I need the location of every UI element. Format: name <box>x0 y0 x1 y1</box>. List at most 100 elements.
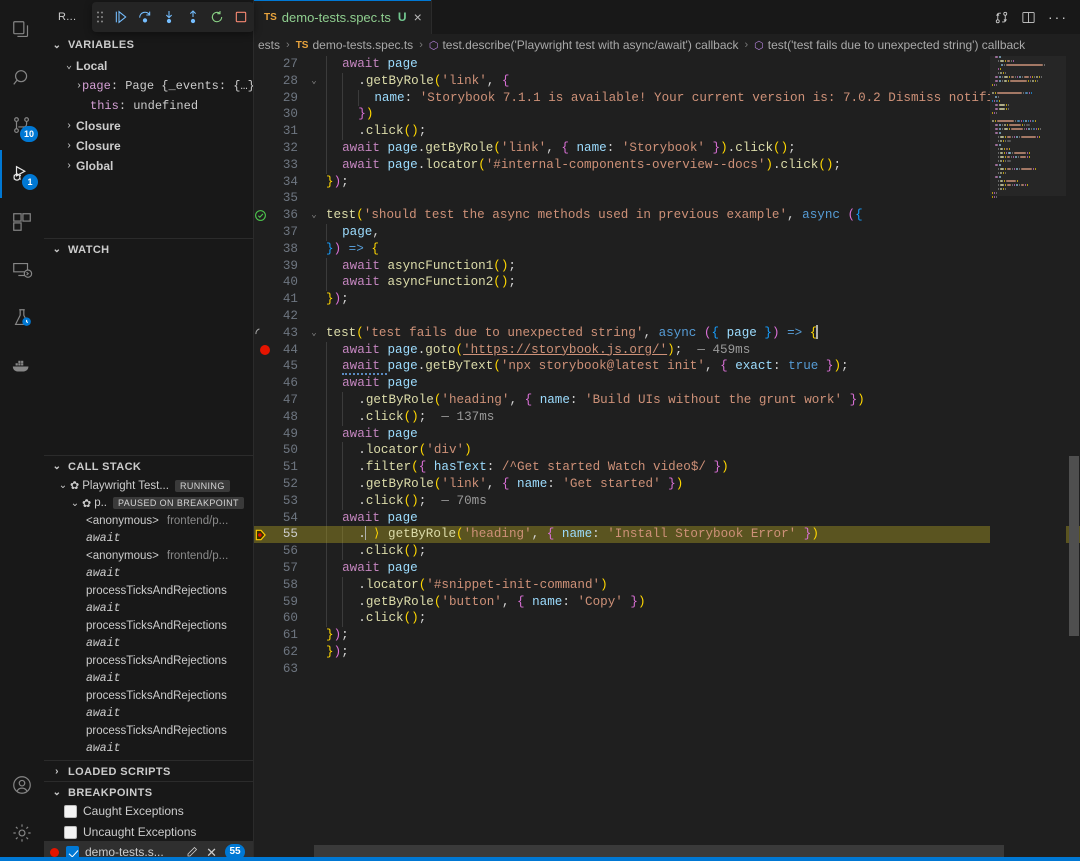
gutter-cell[interactable] <box>254 594 276 611</box>
variable-page[interactable]: › page: Page {_events: {…}, _… <box>44 76 253 96</box>
code-line[interactable]: 58 .locator('#snippet-init-command') <box>254 576 1080 594</box>
activity-item-explorer[interactable] <box>0 6 44 54</box>
gutter-cell[interactable] <box>254 291 276 308</box>
code-line[interactable]: 38}) => { <box>254 241 1080 258</box>
breakpoint-uncaught-exceptions[interactable]: Uncaught Exceptions <box>44 821 253 843</box>
gutter-cell[interactable] <box>254 106 276 123</box>
gutter-cell[interactable] <box>254 56 276 73</box>
gutter-cell[interactable] <box>254 442 276 459</box>
code-line[interactable]: 33 await page.locator('#internal-compone… <box>254 156 1080 174</box>
gutter-cell[interactable] <box>254 627 276 644</box>
code-line[interactable]: 48 .click(); — 137ms <box>254 408 1080 426</box>
code-line[interactable]: 60 .click(); <box>254 610 1080 628</box>
activity-item-run-and-debug[interactable]: 1 <box>0 150 44 198</box>
inline-breakpoint-glyph[interactable]: ⟩ <box>365 527 388 541</box>
breakpoint-glyph[interactable] <box>254 342 276 359</box>
code-line[interactable]: 37 page, <box>254 223 1080 241</box>
variable-this[interactable]: this: undefined <box>44 96 253 116</box>
callstack-frame[interactable]: <anonymous> frontend/p... <box>44 547 253 565</box>
code-line[interactable]: 50 .locator('div') <box>254 442 1080 460</box>
activity-item-source-control[interactable]: 10 <box>0 102 44 150</box>
callstack-await-label[interactable]: await <box>44 635 253 653</box>
code-line[interactable]: 46 await page <box>254 375 1080 392</box>
code-line[interactable]: 42 <box>254 308 1080 325</box>
gutter-cell[interactable] <box>254 577 276 594</box>
breadcrumb-item-describe[interactable]: test.describe('Playwright test with asyn… <box>442 38 738 52</box>
code-line[interactable]: 43 ⌄ test('test fails due to unexpected st… <box>254 324 1080 342</box>
restart-button[interactable] <box>205 9 228 25</box>
code-line[interactable]: 29 name: 'Storybook 7.1.1 is available! … <box>254 89 1080 107</box>
more-actions-icon[interactable]: ··· <box>1048 10 1068 24</box>
code-line[interactable]: 34}); <box>254 174 1080 191</box>
code-line[interactable]: 54 await page <box>254 509 1080 527</box>
code-line[interactable]: 57 await page <box>254 559 1080 577</box>
gutter-cell[interactable] <box>254 409 276 426</box>
gutter-cell[interactable] <box>254 510 276 527</box>
test-passed-icon[interactable] <box>254 207 276 224</box>
code-line[interactable]: 35 <box>254 190 1080 207</box>
gutter-cell[interactable] <box>254 274 276 291</box>
callstack-frame[interactable]: processTicksAndRejections <box>44 687 253 705</box>
activity-item-manage[interactable] <box>0 809 44 857</box>
callstack-await-label[interactable]: await <box>44 740 253 758</box>
gutter-cell[interactable] <box>254 140 276 157</box>
code-line[interactable]: 45 await page.getByText('npx storybook@l… <box>254 358 1080 376</box>
callstack-await-label[interactable]: await <box>44 530 253 548</box>
gutter-cell[interactable] <box>254 543 276 560</box>
activity-item-extensions[interactable] <box>0 198 44 246</box>
breadcrumb-item-folder[interactable]: ests <box>258 38 280 52</box>
gutter-cell[interactable] <box>254 73 276 90</box>
gutter-cell[interactable] <box>254 459 276 476</box>
test-running-icon[interactable] <box>254 325 276 342</box>
variables-scope-closure-2[interactable]: › Closure <box>44 136 253 156</box>
code-line[interactable]: 39 await asyncFunction1(); <box>254 257 1080 275</box>
vertical-scrollbar[interactable] <box>1066 56 1080 841</box>
gutter-cell[interactable] <box>254 644 276 661</box>
variables-scope-closure-1[interactable]: › Closure <box>44 116 253 136</box>
variables-scope-local[interactable]: ⌄ Local <box>44 56 253 76</box>
continue-button[interactable] <box>109 9 132 25</box>
gutter-cell[interactable] <box>254 90 276 107</box>
breadcrumb-item-file[interactable]: demo-tests.spec.ts <box>312 38 413 52</box>
breakpoint-caught-exceptions[interactable]: Caught Exceptions <box>44 800 253 822</box>
code-line[interactable]: 62}); <box>254 644 1080 661</box>
stop-button[interactable] <box>229 9 252 25</box>
callstack-frame[interactable]: processTicksAndRejections <box>44 582 253 600</box>
callstack-frame[interactable]: processTicksAndRejections <box>44 617 253 635</box>
activity-item-docker[interactable] <box>0 342 44 390</box>
section-loaded-scripts-header[interactable]: › LOADED SCRIPTS <box>44 760 253 782</box>
minimap-slider[interactable] <box>990 56 1066 196</box>
code-line[interactable]: 41}); <box>254 291 1080 308</box>
breadcrumb-item-test[interactable]: test('test fails due to unexpected strin… <box>768 38 1025 52</box>
code-line[interactable]: 49 await page <box>254 425 1080 443</box>
gutter-cell[interactable] <box>254 476 276 493</box>
code-line[interactable]: 47 .getByRole('heading', { name: 'Build … <box>254 391 1080 409</box>
gutter-cell[interactable] <box>254 493 276 510</box>
code-line[interactable]: 63 <box>254 661 1080 678</box>
split-editor-icon[interactable] <box>1021 10 1036 25</box>
section-variables-header[interactable]: ⌄ VARIABLES <box>44 34 253 56</box>
code-line[interactable]: 53 .click(); — 70ms <box>254 492 1080 510</box>
step-out-button[interactable] <box>181 9 204 25</box>
callstack-await-label[interactable]: await <box>44 565 253 583</box>
callstack-frame[interactable]: <anonymous> frontend/p... <box>44 512 253 530</box>
callstack-await-label[interactable]: await <box>44 600 253 618</box>
gutter-cell[interactable] <box>254 375 276 392</box>
callstack-session[interactable]: ⌄ ✿ Playwright Test... RUNNING <box>44 477 253 495</box>
step-into-button[interactable] <box>157 9 180 25</box>
code-line[interactable]: 44 await page.goto('https://storybook.js… <box>254 341 1080 359</box>
activity-item-search[interactable] <box>0 54 44 102</box>
close-icon[interactable]: × <box>414 9 422 25</box>
callstack-frame[interactable]: processTicksAndRejections <box>44 652 253 670</box>
code-line[interactable]: 28 ⌄ .getByRole('link', { <box>254 72 1080 90</box>
checkbox[interactable] <box>64 804 77 818</box>
code-line[interactable]: 51 .filter({ hasText: /^Get started Watc… <box>254 459 1080 476</box>
gutter-cell[interactable] <box>254 258 276 275</box>
code-line[interactable]: 40 await asyncFunction2(); <box>254 274 1080 292</box>
code-line[interactable]: 27 await page <box>254 56 1080 73</box>
gutter-cell[interactable] <box>254 358 276 375</box>
tab-demo-tests-spec-ts[interactable]: TS demo-tests.spec.ts U × <box>254 0 432 34</box>
code-editor[interactable]: 27 await page 28 ⌄ .getByRole('link', {29 … <box>254 56 1080 841</box>
activity-item-testing[interactable] <box>0 294 44 342</box>
fold-chevron-icon[interactable]: ⌄ <box>306 73 322 90</box>
